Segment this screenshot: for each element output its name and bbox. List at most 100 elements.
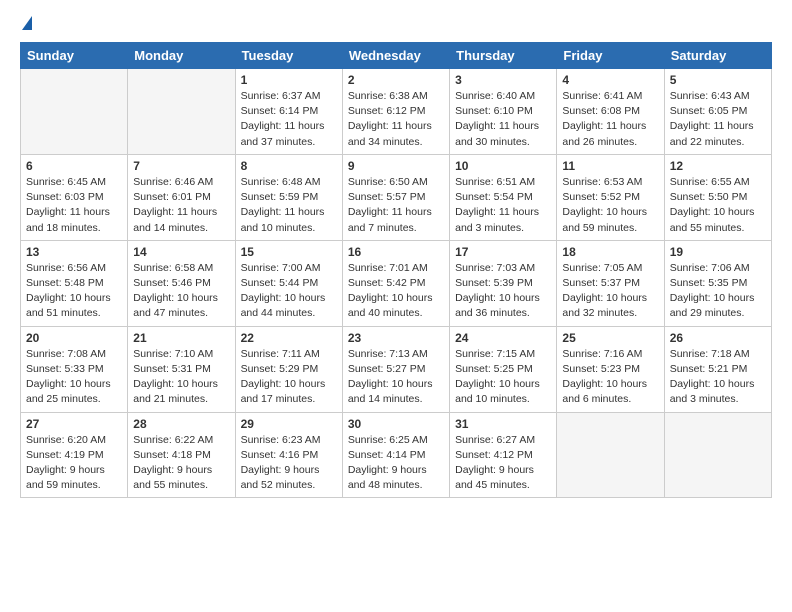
calendar-cell: 17 Sunrise: 7:03 AMSunset: 5:39 PMDayligh…	[450, 240, 557, 326]
day-number: 6	[26, 159, 122, 173]
day-info: Sunrise: 6:38 AMSunset: 6:12 PMDaylight:…	[348, 89, 444, 150]
header	[20, 16, 772, 32]
day-info: Sunrise: 7:15 AMSunset: 5:25 PMDaylight:…	[455, 347, 551, 408]
calendar-cell: 22 Sunrise: 7:11 AMSunset: 5:29 PMDayligh…	[235, 326, 342, 412]
day-number: 16	[348, 245, 444, 259]
day-number: 7	[133, 159, 229, 173]
day-info: Sunrise: 6:41 AMSunset: 6:08 PMDaylight:…	[562, 89, 658, 150]
day-info: Sunrise: 7:03 AMSunset: 5:39 PMDaylight:…	[455, 261, 551, 322]
day-info: Sunrise: 7:16 AMSunset: 5:23 PMDaylight:…	[562, 347, 658, 408]
day-of-week-header: Monday	[128, 43, 235, 69]
calendar-cell: 25Sunrise: 7:16 AMSunset: 5:23 PMDayligh…	[557, 326, 664, 412]
day-info: Sunrise: 6:20 AMSunset: 4:19 PMDaylight:…	[26, 433, 122, 494]
day-info: Sunrise: 6:51 AMSunset: 5:54 PMDaylight:…	[455, 175, 551, 236]
day-number: 8	[241, 159, 337, 173]
calendar-cell: 7 Sunrise: 6:46 AMSunset: 6:01 PMDaylight…	[128, 154, 235, 240]
day-of-week-header: Tuesday	[235, 43, 342, 69]
day-info: Sunrise: 6:56 AMSunset: 5:48 PMDaylight:…	[26, 261, 122, 322]
day-info: Sunrise: 7:10 AMSunset: 5:31 PMDaylight:…	[133, 347, 229, 408]
day-info: Sunrise: 7:00 AMSunset: 5:44 PMDaylight:…	[241, 261, 337, 322]
day-number: 18	[562, 245, 658, 259]
day-number: 17	[455, 245, 551, 259]
day-info: Sunrise: 6:37 AMSunset: 6:14 PMDaylight:…	[241, 89, 337, 150]
calendar-cell: 5Sunrise: 6:43 AMSunset: 6:05 PMDaylight…	[664, 69, 771, 155]
day-number: 19	[670, 245, 766, 259]
calendar-cell: 14 Sunrise: 6:58 AMSunset: 5:46 PMDayligh…	[128, 240, 235, 326]
day-number: 4	[562, 73, 658, 87]
day-number: 14	[133, 245, 229, 259]
day-info: Sunrise: 7:05 AMSunset: 5:37 PMDaylight:…	[562, 261, 658, 322]
day-of-week-header: Sunday	[21, 43, 128, 69]
day-number: 13	[26, 245, 122, 259]
calendar-cell: 27 Sunrise: 6:20 AMSunset: 4:19 PMDayligh…	[21, 412, 128, 498]
calendar-cell: 28 Sunrise: 6:22 AMSunset: 4:18 PMDayligh…	[128, 412, 235, 498]
calendar-cell	[21, 69, 128, 155]
calendar-cell: 6 Sunrise: 6:45 AMSunset: 6:03 PMDaylight…	[21, 154, 128, 240]
day-number: 21	[133, 331, 229, 345]
calendar-cell: 12Sunrise: 6:55 AMSunset: 5:50 PMDayligh…	[664, 154, 771, 240]
logo	[20, 16, 32, 32]
calendar-table: SundayMondayTuesdayWednesdayThursdayFrid…	[20, 42, 772, 498]
day-info: Sunrise: 7:13 AMSunset: 5:27 PMDaylight:…	[348, 347, 444, 408]
day-number: 9	[348, 159, 444, 173]
day-info: Sunrise: 6:46 AMSunset: 6:01 PMDaylight:…	[133, 175, 229, 236]
calendar-cell: 26 Sunrise: 7:18 AMSunset: 5:21 PMDayligh…	[664, 326, 771, 412]
day-of-week-header: Saturday	[664, 43, 771, 69]
day-number: 1	[241, 73, 337, 87]
calendar-cell: 31Sunrise: 6:27 AMSunset: 4:12 PMDayligh…	[450, 412, 557, 498]
day-number: 23	[348, 331, 444, 345]
calendar-page: SundayMondayTuesdayWednesdayThursdayFrid…	[0, 0, 792, 508]
day-info: Sunrise: 6:45 AMSunset: 6:03 PMDaylight:…	[26, 175, 122, 236]
calendar-week-row: 1 Sunrise: 6:37 AMSunset: 6:14 PMDaylight…	[21, 69, 772, 155]
calendar-cell: 30Sunrise: 6:25 AMSunset: 4:14 PMDayligh…	[342, 412, 449, 498]
day-info: Sunrise: 6:58 AMSunset: 5:46 PMDaylight:…	[133, 261, 229, 322]
calendar-cell: 16 Sunrise: 7:01 AMSunset: 5:42 PMDayligh…	[342, 240, 449, 326]
day-info: Sunrise: 7:01 AMSunset: 5:42 PMDaylight:…	[348, 261, 444, 322]
day-number: 20	[26, 331, 122, 345]
day-number: 11	[562, 159, 658, 173]
calendar-cell: 19 Sunrise: 7:06 AMSunset: 5:35 PMDayligh…	[664, 240, 771, 326]
calendar-cell: 9Sunrise: 6:50 AMSunset: 5:57 PMDaylight…	[342, 154, 449, 240]
day-info: Sunrise: 6:43 AMSunset: 6:05 PMDaylight:…	[670, 89, 766, 150]
calendar-cell: 23 Sunrise: 7:13 AMSunset: 5:27 PMDayligh…	[342, 326, 449, 412]
calendar-cell: 29Sunrise: 6:23 AMSunset: 4:16 PMDayligh…	[235, 412, 342, 498]
day-number: 22	[241, 331, 337, 345]
day-info: Sunrise: 7:06 AMSunset: 5:35 PMDaylight:…	[670, 261, 766, 322]
calendar-cell	[557, 412, 664, 498]
calendar-cell: 10 Sunrise: 6:51 AMSunset: 5:54 PMDayligh…	[450, 154, 557, 240]
logo-text	[20, 16, 32, 32]
day-number: 15	[241, 245, 337, 259]
day-info: Sunrise: 6:23 AMSunset: 4:16 PMDaylight:…	[241, 433, 337, 494]
day-info: Sunrise: 7:08 AMSunset: 5:33 PMDaylight:…	[26, 347, 122, 408]
calendar-cell: 13 Sunrise: 6:56 AMSunset: 5:48 PMDayligh…	[21, 240, 128, 326]
calendar-cell: 24 Sunrise: 7:15 AMSunset: 5:25 PMDayligh…	[450, 326, 557, 412]
day-number: 31	[455, 417, 551, 431]
day-number: 26	[670, 331, 766, 345]
calendar-week-row: 27 Sunrise: 6:20 AMSunset: 4:19 PMDayligh…	[21, 412, 772, 498]
day-info: Sunrise: 7:18 AMSunset: 5:21 PMDaylight:…	[670, 347, 766, 408]
calendar-cell: 18 Sunrise: 7:05 AMSunset: 5:37 PMDayligh…	[557, 240, 664, 326]
logo-triangle-icon	[22, 16, 32, 30]
day-info: Sunrise: 6:25 AMSunset: 4:14 PMDaylight:…	[348, 433, 444, 494]
calendar-cell: 1 Sunrise: 6:37 AMSunset: 6:14 PMDaylight…	[235, 69, 342, 155]
day-info: Sunrise: 6:40 AMSunset: 6:10 PMDaylight:…	[455, 89, 551, 150]
day-number: 28	[133, 417, 229, 431]
day-info: Sunrise: 7:11 AMSunset: 5:29 PMDaylight:…	[241, 347, 337, 408]
calendar-cell: 4 Sunrise: 6:41 AMSunset: 6:08 PMDaylight…	[557, 69, 664, 155]
calendar-header-row: SundayMondayTuesdayWednesdayThursdayFrid…	[21, 43, 772, 69]
calendar-cell: 3 Sunrise: 6:40 AMSunset: 6:10 PMDaylight…	[450, 69, 557, 155]
calendar-week-row: 13 Sunrise: 6:56 AMSunset: 5:48 PMDayligh…	[21, 240, 772, 326]
day-number: 3	[455, 73, 551, 87]
day-of-week-header: Friday	[557, 43, 664, 69]
calendar-cell: 11 Sunrise: 6:53 AMSunset: 5:52 PMDayligh…	[557, 154, 664, 240]
day-number: 10	[455, 159, 551, 173]
day-info: Sunrise: 6:48 AMSunset: 5:59 PMDaylight:…	[241, 175, 337, 236]
day-number: 27	[26, 417, 122, 431]
day-of-week-header: Wednesday	[342, 43, 449, 69]
day-of-week-header: Thursday	[450, 43, 557, 69]
day-info: Sunrise: 6:22 AMSunset: 4:18 PMDaylight:…	[133, 433, 229, 494]
day-info: Sunrise: 6:55 AMSunset: 5:50 PMDaylight:…	[670, 175, 766, 236]
calendar-cell: 15 Sunrise: 7:00 AMSunset: 5:44 PMDayligh…	[235, 240, 342, 326]
day-info: Sunrise: 6:53 AMSunset: 5:52 PMDaylight:…	[562, 175, 658, 236]
day-number: 24	[455, 331, 551, 345]
